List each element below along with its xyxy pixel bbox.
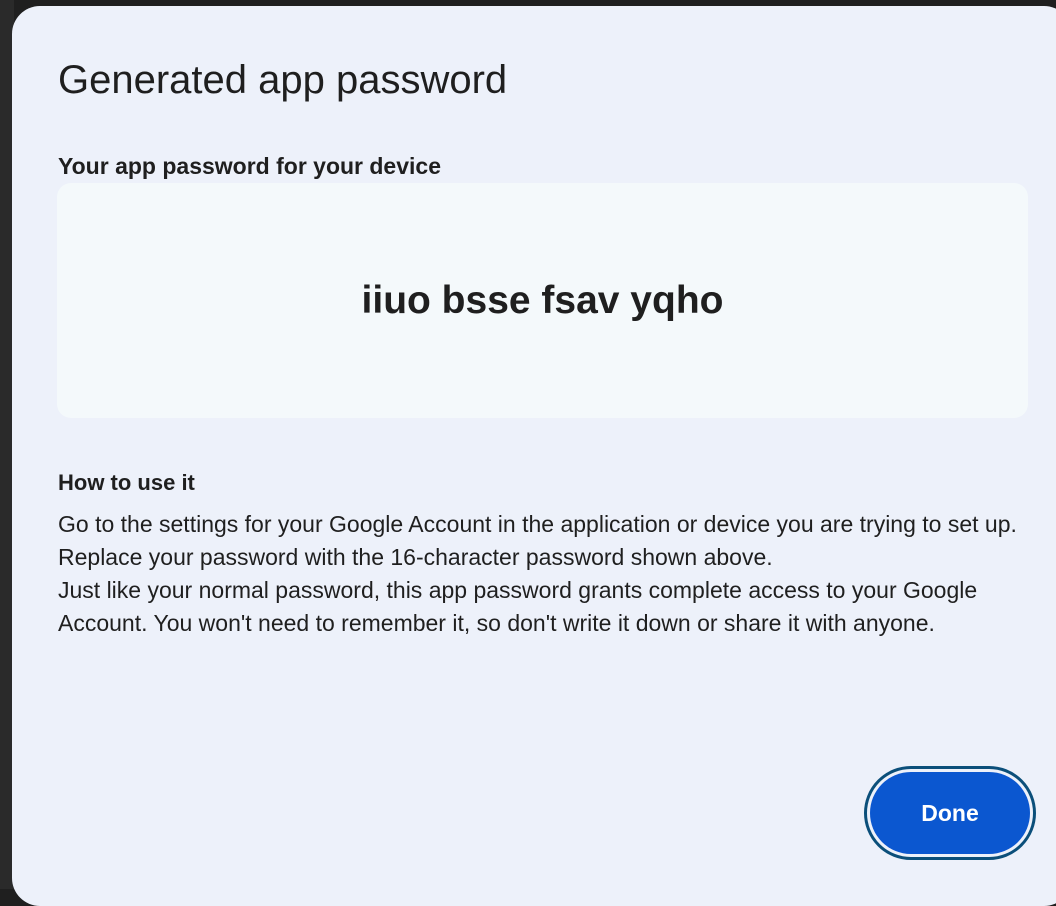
how-to-use-text: Go to the settings for your Google Accou… <box>58 508 1048 640</box>
app-password-dialog: Generated app password Your app password… <box>12 6 1056 906</box>
how-to-use-paragraph: Go to the settings for your Google Accou… <box>58 511 1017 570</box>
password-box: iiuo bsse fsav yqho <box>57 183 1028 418</box>
how-to-use-heading: How to use it <box>58 470 195 495</box>
app-password-value: iiuo bsse fsav yqho <box>361 278 724 322</box>
done-button-label: Done <box>870 772 1030 854</box>
how-to-use-paragraph: Just like your normal password, this app… <box>58 577 978 636</box>
done-button[interactable]: Done <box>864 766 1036 860</box>
password-label: Your app password for your device <box>58 153 441 179</box>
dialog-title: Generated app password <box>58 58 508 102</box>
